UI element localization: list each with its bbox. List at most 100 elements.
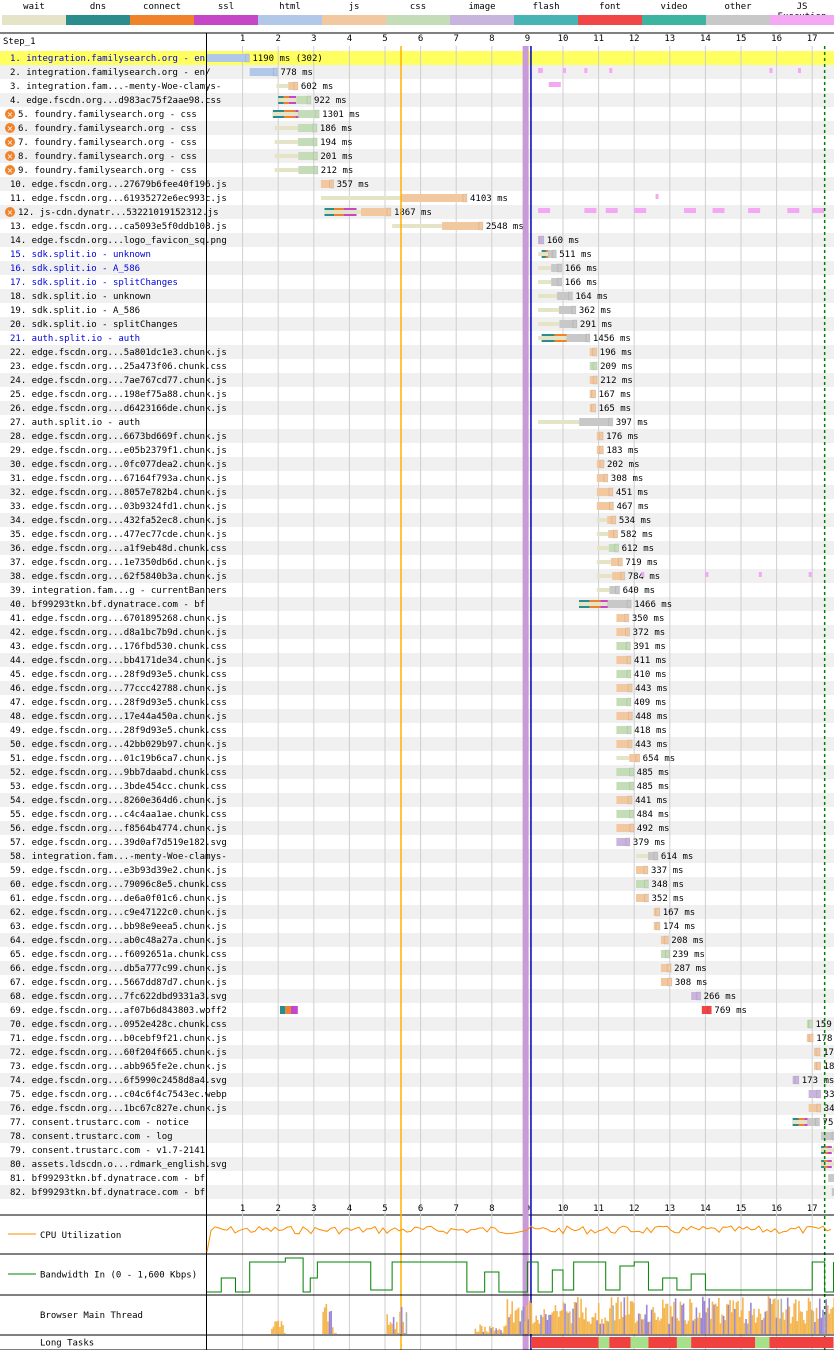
download-bar bbox=[557, 277, 563, 287]
main-thread-bar bbox=[653, 1312, 656, 1334]
request-label: 34. edge.fscdn.org...432fa52ec8.chunk.js bbox=[10, 516, 227, 526]
request-label: 41. edge.fscdn.org...6701895268.chunk.js bbox=[10, 614, 227, 624]
main-thread-bar bbox=[277, 1320, 280, 1334]
main-thread-bar bbox=[609, 1308, 611, 1334]
main-thread-bar bbox=[328, 1311, 331, 1334]
main-thread-bar bbox=[280, 1321, 283, 1334]
duration-label: 209 ms bbox=[600, 362, 633, 372]
main-thread-bar bbox=[274, 1321, 276, 1334]
duration-label: 167 ms bbox=[599, 390, 632, 400]
download-bar bbox=[313, 165, 319, 175]
request-bar bbox=[828, 1174, 834, 1182]
download-bar bbox=[626, 697, 632, 707]
main-thread-bar bbox=[714, 1303, 717, 1334]
request-label: 12. js-cdn.dynatr...53221019152312.js bbox=[18, 208, 218, 218]
duration-label: 165 ms bbox=[599, 404, 632, 414]
main-thread-bar bbox=[650, 1309, 653, 1334]
request-label: 55. edge.fscdn.org...c4c4aa1ae.chunk.css bbox=[10, 810, 227, 820]
duration-label: 2548 ms bbox=[486, 222, 524, 232]
main-thread-bar bbox=[738, 1316, 741, 1334]
request-label: 57. edge.fscdn.org...39d0af7d519e182.svg bbox=[10, 838, 227, 848]
main-thread-bar bbox=[498, 1328, 501, 1334]
main-thread-bar bbox=[703, 1300, 706, 1334]
main-thread-bar bbox=[517, 1307, 520, 1334]
main-thread-bar bbox=[697, 1317, 699, 1334]
duration-label: 372 ms bbox=[633, 628, 666, 638]
main-thread-bar bbox=[279, 1327, 281, 1334]
download-bar bbox=[608, 417, 614, 427]
request-label: 9. foundry.familysearch.org - css bbox=[18, 166, 197, 176]
main-thread-bar bbox=[549, 1314, 552, 1334]
duration-label: 164 ms bbox=[575, 292, 608, 302]
main-thread-bar bbox=[596, 1320, 598, 1334]
wait-bar bbox=[579, 602, 608, 606]
main-thread-bar bbox=[519, 1321, 521, 1334]
js-execution-mark bbox=[634, 208, 647, 213]
request-label: 65. edge.fscdn.org...f6092651a.chunk.css bbox=[10, 950, 227, 960]
js-execution-mark bbox=[641, 572, 645, 577]
main-thread-bar bbox=[695, 1307, 698, 1334]
request-label: 75. edge.fscdn.org...c04c6f4c7543ec.webp bbox=[10, 1090, 227, 1100]
request-label: 48. edge.fscdn.org...17e44a450a.chunk.js bbox=[10, 712, 227, 722]
download-bar bbox=[592, 347, 598, 357]
main-thread-bar bbox=[508, 1317, 510, 1334]
download-bar bbox=[663, 935, 669, 945]
main-thread-bar bbox=[546, 1319, 549, 1334]
download-bar bbox=[644, 893, 650, 903]
request-label: 80. assets.ldscdn.o...rdmark_english.svg bbox=[10, 1160, 227, 1170]
js-execution-mark bbox=[684, 208, 697, 213]
main-thread-bar bbox=[782, 1312, 784, 1334]
main-thread-bar bbox=[488, 1326, 491, 1334]
main-thread-bar bbox=[810, 1309, 813, 1334]
error-icon-glyph: × bbox=[7, 110, 14, 119]
download-bar bbox=[629, 781, 635, 791]
main-thread-bar bbox=[745, 1319, 747, 1334]
main-thread-bar bbox=[589, 1323, 592, 1334]
request-label: 67. edge.fscdn.org...5667dd87d7.chunk.js bbox=[10, 978, 227, 988]
x-tick-label-top: 16 bbox=[771, 34, 782, 44]
long-task-segment bbox=[530, 1337, 599, 1348]
main-thread-bar bbox=[770, 1304, 773, 1334]
main-thread-bar bbox=[713, 1304, 715, 1334]
main-thread-bar bbox=[593, 1317, 595, 1334]
main-thread-bar bbox=[685, 1323, 688, 1334]
duration-label: 654 ms bbox=[643, 754, 676, 764]
request-label: 56. edge.fscdn.org...f8564b4774.chunk.js bbox=[10, 824, 227, 834]
request-label: 64. edge.fscdn.org...ab0c48a27a.chunk.js bbox=[10, 936, 227, 946]
duration-label: 410 ms bbox=[634, 670, 667, 680]
request-label: 24. edge.fscdn.org...7ae767cd77.chunk.js bbox=[10, 376, 227, 386]
request-bar bbox=[442, 222, 483, 230]
main-thread-bar bbox=[751, 1315, 754, 1334]
duration-label: 348 ms bbox=[651, 880, 684, 890]
main-thread-bar bbox=[674, 1298, 677, 1334]
main-thread-bar bbox=[540, 1314, 542, 1334]
wait-bar bbox=[276, 84, 289, 88]
main-thread-bar bbox=[786, 1297, 789, 1334]
main-thread-bar bbox=[493, 1330, 496, 1334]
main-thread-bar bbox=[500, 1330, 502, 1334]
main-thread-bar bbox=[501, 1332, 504, 1334]
download-bar bbox=[816, 1103, 822, 1113]
wait-bar bbox=[538, 266, 552, 270]
duration-label: 614 ms bbox=[661, 852, 694, 862]
main-thread-bar bbox=[391, 1323, 393, 1334]
js-execution-mark bbox=[548, 82, 561, 87]
main-thread-bar bbox=[580, 1298, 582, 1334]
duration-label: 291 ms bbox=[580, 320, 613, 330]
request-label: 42. edge.fscdn.org...d8a1bc7b9d.chunk.js bbox=[10, 628, 227, 638]
request-label: 62. edge.fscdn.org...c9e47122c0.chunk.js bbox=[10, 908, 227, 918]
main-thread-bar bbox=[718, 1297, 720, 1334]
wait-bar bbox=[596, 518, 608, 522]
main-thread-bar bbox=[780, 1298, 783, 1334]
main-thread-bar bbox=[520, 1310, 523, 1334]
download-bar bbox=[585, 333, 591, 343]
step-label: Step_1 bbox=[3, 37, 36, 47]
main-thread-bar bbox=[652, 1307, 654, 1334]
request-label: 29. edge.fscdn.org...e05b2379f1.chunk.js bbox=[10, 446, 227, 456]
main-thread-bar bbox=[767, 1296, 770, 1334]
download-bar bbox=[696, 991, 702, 1001]
main-thread-bar bbox=[532, 1323, 534, 1334]
panel-label-cpu: CPU Utilization bbox=[40, 1231, 121, 1241]
main-thread-bar bbox=[814, 1321, 816, 1334]
main-thread-bar bbox=[477, 1331, 480, 1334]
